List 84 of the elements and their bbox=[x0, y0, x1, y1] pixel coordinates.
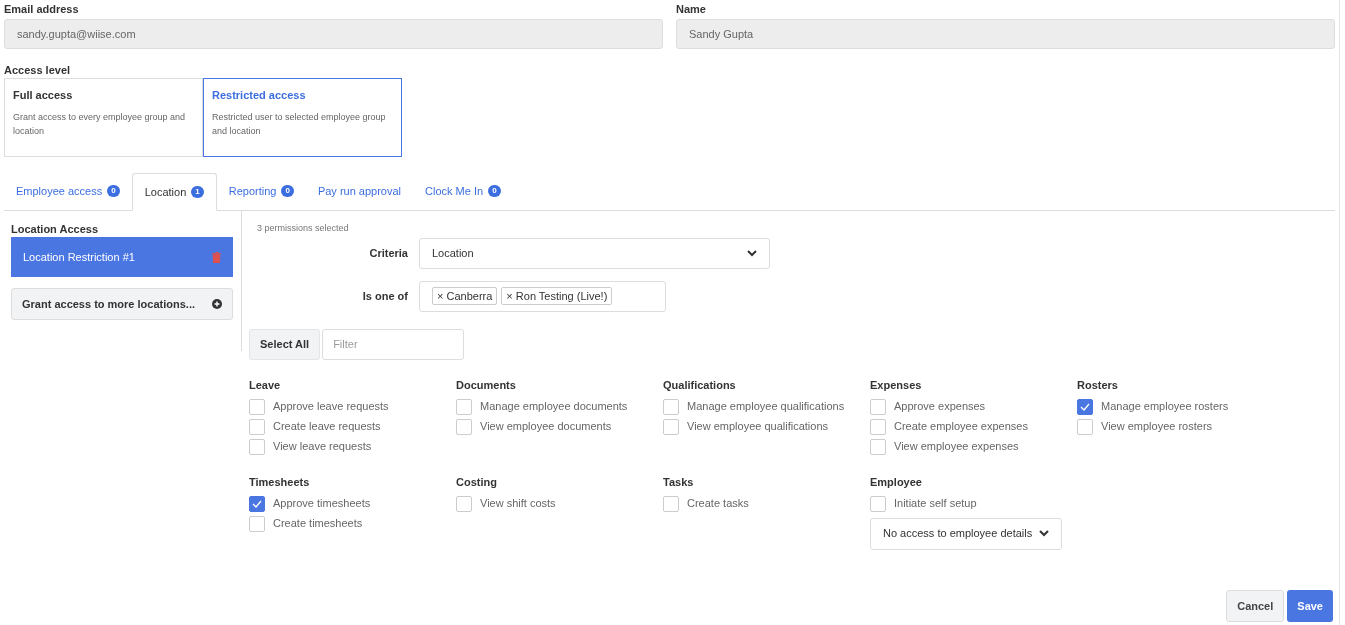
filter-field[interactable]: Filter bbox=[322, 328, 465, 360]
checkbox-label: Create timesheets bbox=[273, 516, 363, 532]
tab[interactable]: Clock Me In 0 bbox=[413, 172, 513, 210]
checkbox-label: View employee documents bbox=[480, 419, 612, 435]
checkbox[interactable] bbox=[870, 495, 886, 512]
access-level-label: Access level bbox=[4, 63, 72, 78]
chevron-down-icon bbox=[747, 249, 757, 257]
checkbox[interactable] bbox=[249, 398, 265, 415]
checkbox-label: View employee qualifications bbox=[687, 419, 829, 435]
field-label: Name bbox=[676, 2, 707, 17]
access-option-card[interactable]: Full access Grant access to every employee group and location bbox=[4, 78, 203, 157]
checkbox-label: View shift costs bbox=[480, 496, 556, 512]
employee-details-select[interactable]: No access to employee details bbox=[870, 517, 1062, 550]
count-badge: 0 bbox=[281, 185, 294, 197]
checkbox[interactable] bbox=[663, 398, 679, 415]
checkbox[interactable] bbox=[249, 515, 265, 532]
grant-access-button[interactable]: Grant access to more locations... bbox=[11, 288, 233, 320]
checkbox-label: View employee rosters bbox=[1101, 419, 1213, 435]
location-tags-field[interactable]: × Canberra × Ron Testing (Live!) bbox=[419, 280, 666, 312]
access-option-card[interactable]: Restricted access Restricted user to selected employee group and location bbox=[203, 78, 402, 157]
group-title: Rosters bbox=[1077, 377, 1119, 393]
save-button[interactable]: Save bbox=[1287, 590, 1333, 622]
checkbox-label: View leave requests bbox=[273, 439, 372, 455]
checkbox[interactable] bbox=[870, 418, 886, 435]
tab[interactable]: Employee access 0 bbox=[4, 172, 132, 210]
location-restriction-item[interactable]: Location Restriction #1 bbox=[11, 237, 233, 277]
group-title: Employee bbox=[870, 474, 923, 490]
group-title: Tasks bbox=[663, 474, 695, 490]
text-field[interactable]: sandy.gupta@wiise.com bbox=[4, 19, 663, 49]
group-title: Timesheets bbox=[249, 474, 311, 490]
select-all-button[interactable]: Select All bbox=[249, 328, 321, 360]
checkbox-label: Create leave requests bbox=[273, 419, 381, 435]
location-tag[interactable]: × Canberra bbox=[432, 287, 498, 305]
checkbox-label: View employee expenses bbox=[894, 439, 1019, 455]
option-description: Grant access to every employee group and location bbox=[13, 110, 187, 138]
tab[interactable]: Reporting 0 bbox=[216, 172, 306, 210]
checkbox[interactable] bbox=[870, 438, 886, 455]
count-badge: 1 bbox=[191, 186, 204, 198]
count-badge: 0 bbox=[107, 185, 120, 197]
group-title: Costing bbox=[456, 474, 498, 490]
permissions-count: 3 permissions selected bbox=[257, 222, 350, 235]
field-label: Email address bbox=[4, 2, 80, 17]
checkbox[interactable] bbox=[249, 418, 265, 435]
checkbox[interactable] bbox=[870, 398, 886, 415]
checkbox[interactable] bbox=[1077, 398, 1093, 415]
cancel-button[interactable]: Cancel bbox=[1226, 590, 1285, 622]
checkbox[interactable] bbox=[456, 398, 472, 415]
checkbox-label: Manage employee documents bbox=[480, 399, 628, 415]
checkbox-label: Initiate self setup bbox=[894, 496, 977, 512]
group-title: Leave bbox=[249, 377, 282, 393]
criteria-select[interactable]: Location bbox=[419, 237, 770, 269]
trash-icon[interactable] bbox=[212, 251, 221, 263]
checkbox[interactable] bbox=[249, 495, 265, 512]
tab[interactable]: Location 1 bbox=[131, 173, 217, 211]
checkbox-label: Manage employee qualifications bbox=[687, 399, 845, 415]
chevron-down-icon bbox=[1039, 530, 1049, 537]
sidebar-title: Location Access bbox=[11, 222, 99, 237]
plus-circle-icon bbox=[212, 299, 222, 309]
criteria-label: Criteria bbox=[368, 245, 409, 261]
checkbox[interactable] bbox=[1077, 418, 1093, 435]
checkbox-label: Create tasks bbox=[687, 496, 749, 512]
checkbox[interactable] bbox=[249, 438, 265, 455]
checkbox-label: Approve leave requests bbox=[273, 399, 389, 415]
checkmark-icon bbox=[1080, 402, 1090, 411]
checkbox[interactable] bbox=[663, 495, 679, 512]
is-one-of-label: Is one of bbox=[361, 288, 409, 304]
option-description: Restricted user to selected employee group and location bbox=[212, 110, 387, 138]
group-title: Documents bbox=[456, 377, 517, 393]
checkbox[interactable] bbox=[456, 418, 472, 435]
checkbox[interactable] bbox=[663, 418, 679, 435]
group-title: Expenses bbox=[870, 377, 923, 393]
checkbox-label: Manage employee rosters bbox=[1101, 399, 1229, 415]
checkmark-icon bbox=[252, 499, 262, 508]
checkbox-label: Create employee expenses bbox=[894, 419, 1028, 435]
count-badge: 0 bbox=[488, 185, 501, 197]
option-title: Full access bbox=[13, 88, 74, 103]
text-field[interactable]: Sandy Gupta bbox=[676, 19, 1335, 49]
checkbox-label: Approve expenses bbox=[894, 399, 986, 415]
group-title: Qualifications bbox=[663, 377, 737, 393]
checkbox-label: Approve timesheets bbox=[273, 496, 371, 512]
tab[interactable]: Pay run approval bbox=[305, 172, 414, 210]
checkbox[interactable] bbox=[456, 495, 472, 512]
location-tag[interactable]: × Ron Testing (Live!) bbox=[501, 287, 613, 305]
option-title: Restricted access bbox=[212, 88, 307, 103]
